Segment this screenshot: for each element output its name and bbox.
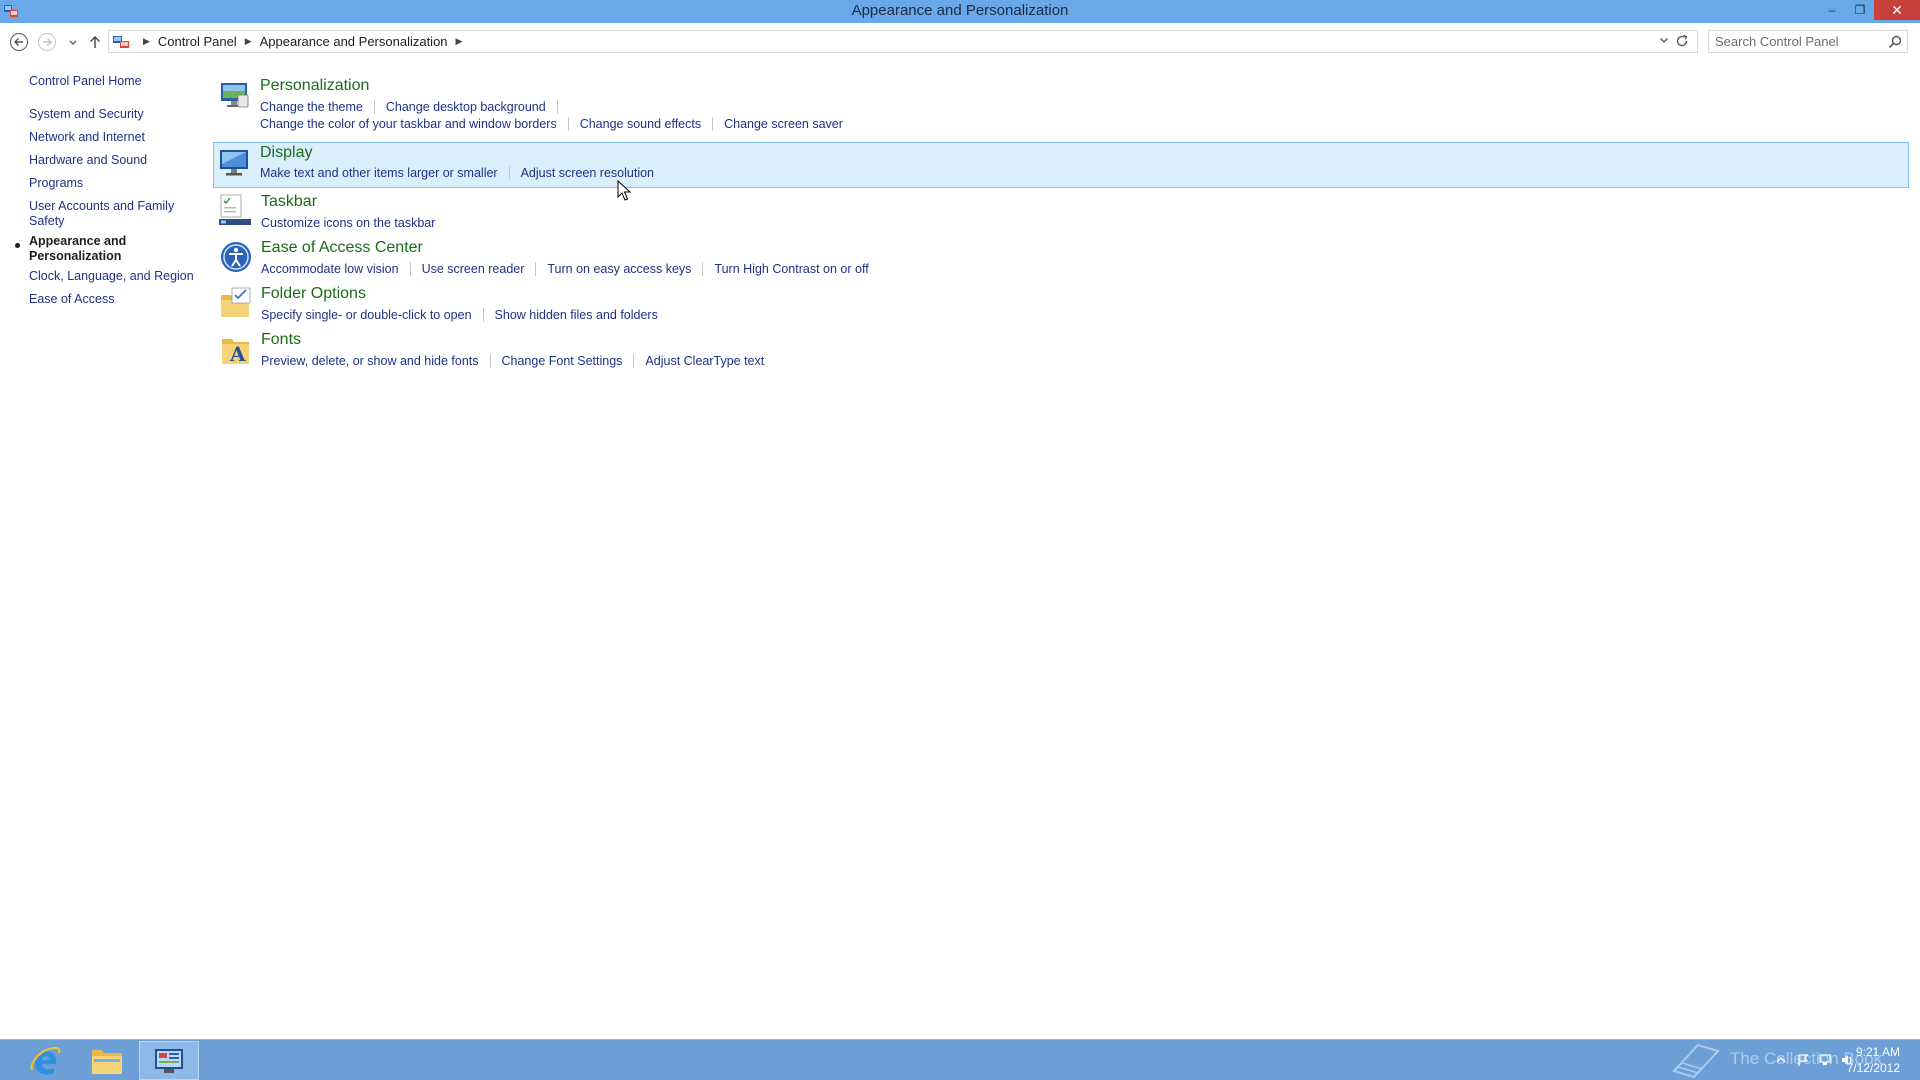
up-button[interactable] bbox=[84, 31, 106, 53]
file-explorer-icon bbox=[92, 1049, 122, 1074]
link-show-hidden-files[interactable]: Show hidden files and folders bbox=[495, 308, 658, 322]
link-change-color[interactable]: Change the color of your taskbar and win… bbox=[260, 117, 557, 131]
internet-explorer-icon bbox=[30, 1046, 61, 1075]
link-separator bbox=[633, 354, 635, 368]
link-separator bbox=[482, 308, 484, 322]
link-separator bbox=[712, 117, 714, 131]
up-arrow-icon bbox=[90, 36, 100, 48]
recent-locations-button[interactable] bbox=[62, 31, 84, 53]
link-change-desktop-background[interactable]: Change desktop background bbox=[386, 100, 546, 114]
nav-user-accounts[interactable]: User Accounts and Family Safety bbox=[29, 199, 179, 229]
link-change-font-settings[interactable]: Change Font Settings bbox=[502, 354, 623, 368]
action-center-flag-icon[interactable] bbox=[1796, 1053, 1810, 1067]
window-title: Appearance and Personalization bbox=[851, 2, 1069, 19]
link-separator bbox=[702, 262, 704, 276]
category-taskbar: Taskbar Customize icons on the taskbar bbox=[214, 187, 1910, 233]
link-separator bbox=[409, 262, 411, 276]
link-separator bbox=[535, 262, 537, 276]
control-panel-icon bbox=[155, 1048, 183, 1073]
nav-ease-of-access[interactable]: Ease of Access bbox=[29, 292, 199, 307]
taskbar-title[interactable]: Taskbar bbox=[261, 193, 317, 211]
link-adjust-screen-resolution[interactable]: Adjust screen resolution bbox=[521, 166, 654, 180]
link-separator bbox=[489, 354, 491, 368]
clock-time: 9:21 AM bbox=[1855, 1045, 1900, 1059]
link-separator bbox=[373, 100, 375, 114]
folder-options-icon bbox=[221, 287, 251, 317]
forward-arrow-icon bbox=[38, 33, 56, 51]
link-separator bbox=[556, 100, 558, 114]
control-panel-icon bbox=[113, 35, 129, 48]
chevron-down-icon bbox=[69, 40, 77, 45]
nav-hardware-and-sound[interactable]: Hardware and Sound bbox=[29, 153, 199, 168]
nav-control-panel-home[interactable]: Control Panel Home bbox=[29, 74, 199, 89]
personalization-title[interactable]: Personalization bbox=[260, 77, 369, 95]
clock-date: 7/12/2012 bbox=[1846, 1061, 1900, 1075]
nav-clock-language-region[interactable]: Clock, Language, and Region bbox=[29, 269, 199, 284]
link-use-screen-reader[interactable]: Use screen reader bbox=[422, 262, 525, 276]
mouse-cursor-icon bbox=[617, 180, 631, 201]
link-separator bbox=[508, 166, 510, 180]
ease-of-access-icon bbox=[221, 242, 251, 272]
display-title[interactable]: Display bbox=[260, 144, 312, 162]
taskbar: The Collection Book 9:21 AM 7/12/2012 bbox=[0, 1039, 1920, 1080]
nav-network-and-internet[interactable]: Network and Internet bbox=[29, 130, 199, 145]
back-button[interactable] bbox=[8, 31, 30, 53]
category-personalization: Personalization Change the theme Change … bbox=[213, 71, 1909, 131]
nav-system-and-security[interactable]: System and Security bbox=[29, 107, 199, 122]
network-icon[interactable] bbox=[1818, 1053, 1832, 1067]
back-arrow-icon bbox=[10, 33, 28, 51]
display-icon bbox=[220, 150, 248, 176]
fonts-title[interactable]: Fonts bbox=[261, 331, 301, 349]
link-change-sound-effects[interactable]: Change sound effects bbox=[580, 117, 701, 131]
category-fonts: A Fonts Preview, delete, or show and hid… bbox=[214, 325, 1910, 371]
forward-button[interactable] bbox=[36, 31, 58, 53]
link-preview-fonts[interactable]: Preview, delete, or show and hide fonts bbox=[261, 354, 479, 368]
address-bar: ▶ Control Panel ▶ Appearance and Persona… bbox=[0, 23, 1920, 58]
link-adjust-cleartype[interactable]: Adjust ClearType text bbox=[645, 354, 764, 368]
current-page-bullet-icon bbox=[15, 243, 20, 248]
search-box[interactable] bbox=[1708, 30, 1908, 53]
refresh-icon[interactable] bbox=[1673, 32, 1691, 50]
breadcrumb-control-panel[interactable]: Control Panel bbox=[158, 34, 237, 49]
address-field[interactable]: ▶ Control Panel ▶ Appearance and Persona… bbox=[108, 30, 1698, 53]
link-change-theme[interactable]: Change the theme bbox=[260, 100, 363, 114]
address-dropdown-icon[interactable] bbox=[1659, 35, 1669, 45]
taskbar-icon bbox=[219, 194, 251, 225]
link-separator bbox=[567, 117, 569, 131]
link-accommodate-low-vision[interactable]: Accommodate low vision bbox=[261, 262, 399, 276]
nav-appearance-and-personalization[interactable]: Appearance and Personalization bbox=[29, 234, 139, 264]
category-display[interactable]: Display Make text and other items larger… bbox=[213, 142, 1909, 188]
taskbar-file-explorer[interactable] bbox=[77, 1041, 137, 1080]
breadcrumb-separator-icon[interactable]: ▶ bbox=[143, 36, 150, 47]
breadcrumb-appearance[interactable]: Appearance and Personalization bbox=[260, 34, 448, 49]
nav-programs[interactable]: Programs bbox=[29, 176, 199, 191]
show-hidden-icons-icon[interactable] bbox=[1774, 1053, 1788, 1067]
restore-button[interactable]: ❐ bbox=[1846, 0, 1874, 20]
link-change-screen-saver[interactable]: Change screen saver bbox=[724, 117, 843, 131]
fonts-icon: A bbox=[222, 339, 249, 366]
search-icon[interactable] bbox=[1887, 34, 1903, 50]
folder-options-title[interactable]: Folder Options bbox=[261, 285, 366, 303]
ease-of-access-center-title[interactable]: Ease of Access Center bbox=[261, 239, 423, 257]
search-input[interactable] bbox=[1715, 33, 1880, 50]
svg-text:A: A bbox=[229, 342, 246, 366]
breadcrumb-separator-icon[interactable]: ▶ bbox=[456, 36, 463, 47]
taskbar-internet-explorer[interactable] bbox=[16, 1041, 76, 1080]
personalization-icon bbox=[221, 83, 249, 108]
title-bar: Appearance and Personalization – ❐ ✕ bbox=[0, 0, 1920, 23]
link-easy-access-keys[interactable]: Turn on easy access keys bbox=[547, 262, 691, 276]
minimize-button[interactable]: – bbox=[1818, 0, 1846, 20]
link-customize-taskbar-icons[interactable]: Customize icons on the taskbar bbox=[261, 216, 435, 230]
clock[interactable]: 9:21 AM 7/12/2012 bbox=[1847, 1044, 1900, 1076]
breadcrumb-separator-icon[interactable]: ▶ bbox=[245, 36, 252, 47]
link-text-size[interactable]: Make text and other items larger or smal… bbox=[260, 166, 498, 180]
link-single-double-click[interactable]: Specify single- or double-click to open bbox=[261, 308, 472, 322]
category-folder-options: Folder Options Specify single- or double… bbox=[214, 279, 1910, 325]
category-ease-of-access-center: Ease of Access Center Accommodate low vi… bbox=[214, 233, 1910, 279]
link-high-contrast[interactable]: Turn High Contrast on or off bbox=[714, 262, 868, 276]
close-button[interactable]: ✕ bbox=[1874, 0, 1920, 20]
book-icon bbox=[1672, 1043, 1720, 1079]
taskbar-control-panel[interactable] bbox=[139, 1041, 199, 1080]
